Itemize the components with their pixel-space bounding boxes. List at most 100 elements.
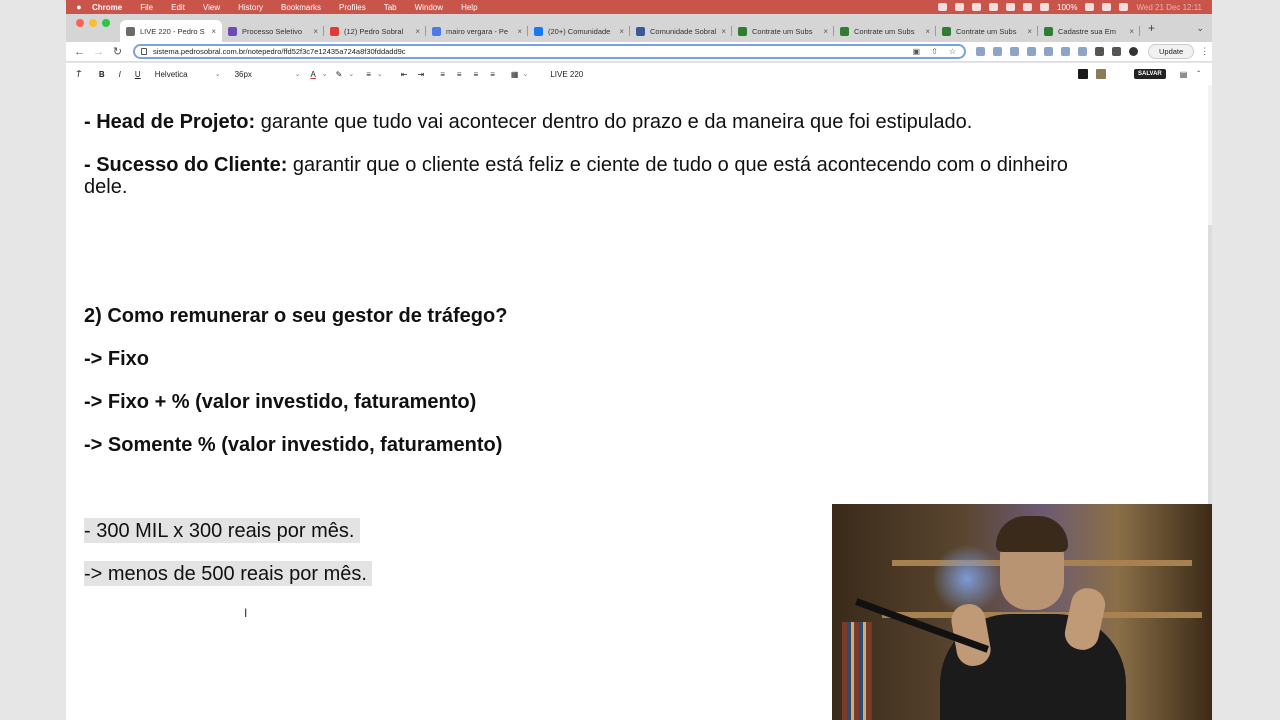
menu-window[interactable]: Window [415, 3, 443, 12]
bullet-list-icon[interactable]: ≡ [366, 70, 371, 79]
indent-icon[interactable]: ⇥ [417, 70, 424, 79]
bold-button[interactable]: B [99, 70, 105, 79]
align-center-icon[interactable]: ≡ [457, 70, 462, 79]
menu-profiles[interactable]: Profiles [339, 3, 366, 12]
extension-icon[interactable] [1027, 47, 1036, 56]
text-color-icon[interactable]: A [310, 70, 315, 79]
tab-close-icon[interactable]: × [415, 27, 420, 36]
menu-history[interactable]: History [238, 3, 263, 12]
menu-help[interactable]: Help [461, 3, 477, 12]
extension-icon[interactable] [993, 47, 1002, 56]
tab-close-icon[interactable]: × [721, 27, 726, 36]
align-right-icon[interactable]: ≡ [474, 70, 479, 79]
chevron-down-icon[interactable]: ⌄ [348, 70, 354, 78]
status-icon[interactable] [938, 3, 947, 11]
status-icon[interactable] [989, 3, 998, 11]
volume-icon[interactable] [1040, 3, 1049, 11]
url-bar[interactable]: sistema.pedrosobral.com.br/notepedro/ffd… [133, 44, 966, 59]
browser-tab[interactable]: Contrate um Subs × [936, 20, 1038, 42]
menu-view[interactable]: View [203, 3, 220, 12]
browser-tab[interactable]: Contrate um Subs × [834, 20, 936, 42]
chevron-down-icon[interactable]: ⌄ [377, 70, 383, 78]
puzzle-icon[interactable] [1095, 47, 1104, 56]
tab-close-icon[interactable]: × [1129, 27, 1134, 36]
browser-tab[interactable]: Comunidade Sobral × [630, 20, 732, 42]
font-family-select[interactable]: Helvetica ⌄ [155, 70, 221, 79]
zoom-window-button[interactable] [102, 19, 110, 27]
browser-tab[interactable]: Processo Seletivo × [222, 20, 324, 42]
extension-icon[interactable] [976, 47, 985, 56]
tab-search-chevron-icon[interactable]: ⌄ [1196, 23, 1204, 34]
browser-tab[interactable]: Contrate um Subs × [732, 20, 834, 42]
status-icon[interactable] [1023, 3, 1032, 11]
layout-icon[interactable]: ▤ [1180, 70, 1188, 79]
browser-tab[interactable]: (20+) Comunidade × [528, 20, 630, 42]
tab-close-icon[interactable]: × [211, 27, 216, 36]
option-somente-percent[interactable]: -> Somente % (valor investido, faturamen… [84, 434, 502, 456]
more-menu-icon[interactable]: ⋮ [1200, 46, 1209, 57]
paragraph-sucesso-do-cliente[interactable]: - Sucesso do Cliente: garantir que o cli… [84, 154, 1068, 198]
clear-format-icon[interactable]: T̄ [76, 70, 81, 79]
align-justify-icon[interactable]: ≡ [490, 70, 495, 79]
back-arrow-icon[interactable]: ← [70, 46, 89, 58]
reload-icon[interactable]: ↻ [108, 45, 127, 58]
status-icon[interactable] [972, 3, 981, 11]
clock[interactable]: Wed 21 Dec 12:11 [1136, 3, 1202, 12]
translate-icon[interactable]: ▣ [912, 47, 920, 56]
scrollbar-thumb[interactable] [1208, 225, 1212, 525]
apple-icon[interactable]: ● [66, 2, 92, 12]
extension-icon[interactable] [1044, 47, 1053, 56]
browser-tab[interactable]: (12) Pedro Sobral × [324, 20, 426, 42]
outdent-icon[interactable]: ⇤ [401, 70, 408, 79]
forward-arrow-icon[interactable]: → [89, 46, 108, 58]
chevron-down-icon[interactable]: ⌄ [322, 70, 328, 78]
align-left-icon[interactable]: ≡ [440, 70, 445, 79]
menu-edit[interactable]: Edit [171, 3, 185, 12]
paragraph-head-de-projeto[interactable]: - Head de Projeto: garante que tudo vai … [84, 111, 972, 133]
tab-close-icon[interactable]: × [823, 27, 828, 36]
status-icon[interactable] [1006, 3, 1015, 11]
menu-app-name[interactable]: Chrome [92, 3, 122, 12]
selected-line-1[interactable]: - 300 MIL x 300 reais por mês. [84, 518, 360, 543]
extension-icon[interactable] [1010, 47, 1019, 56]
menu-tab[interactable]: Tab [384, 3, 397, 12]
share-icon[interactable]: ⇧ [931, 47, 938, 56]
highlight-pen-icon[interactable]: ✎ [336, 70, 343, 79]
save-button[interactable]: SALVAR [1133, 69, 1166, 79]
minimize-window-button[interactable] [89, 19, 97, 27]
tab-close-icon[interactable]: × [619, 27, 624, 36]
italic-button[interactable]: I [119, 70, 121, 79]
lock-icon[interactable] [141, 48, 147, 55]
selected-line-2[interactable]: -> menos de 500 reais por mês. [84, 561, 372, 586]
extension-icon[interactable] [1078, 47, 1087, 56]
control-center-icon[interactable] [1119, 3, 1129, 11]
option-fixo-percent[interactable]: -> Fixo + % (valor investido, faturament… [84, 391, 476, 413]
tab-close-icon[interactable]: × [517, 27, 522, 36]
extension-icon[interactable] [1061, 47, 1070, 56]
update-button[interactable]: Update [1148, 44, 1195, 59]
menu-bookmarks[interactable]: Bookmarks [281, 3, 321, 12]
bookmark-star-icon[interactable]: ☆ [949, 47, 956, 56]
browser-tab[interactable]: LIVE 220 - Pedro S × [120, 20, 222, 42]
sidebar-icon[interactable] [1112, 47, 1121, 56]
new-tab-plus-icon[interactable]: + [1148, 21, 1155, 35]
browser-tab[interactable]: mairo vergara - Pe × [426, 20, 528, 42]
underline-button[interactable]: U [135, 70, 141, 79]
status-icon[interactable] [955, 3, 964, 11]
chevron-up-icon[interactable]: ˆ [1197, 70, 1200, 79]
menu-file[interactable]: File [140, 3, 153, 12]
wifi-icon[interactable] [1102, 3, 1112, 11]
tab-close-icon[interactable]: × [313, 27, 318, 36]
table-icon[interactable]: ▦ [511, 70, 519, 79]
profile-avatar-icon[interactable] [1129, 47, 1138, 56]
option-fixo[interactable]: -> Fixo [84, 348, 149, 370]
heading-como-remunerar[interactable]: 2) Como remunerar o seu gestor de tráfeg… [84, 305, 507, 327]
chevron-down-icon[interactable]: ⌄ [522, 70, 528, 78]
close-window-button[interactable] [76, 19, 84, 27]
tab-close-icon[interactable]: × [925, 27, 930, 36]
url-text[interactable]: sistema.pedrosobral.com.br/notepedro/ffd… [153, 47, 406, 56]
battery-icon[interactable] [1085, 3, 1095, 11]
color-swatch-dark[interactable] [1077, 69, 1088, 79]
font-size-select[interactable]: 36px ⌄ [235, 70, 301, 79]
tab-close-icon[interactable]: × [1027, 27, 1032, 36]
